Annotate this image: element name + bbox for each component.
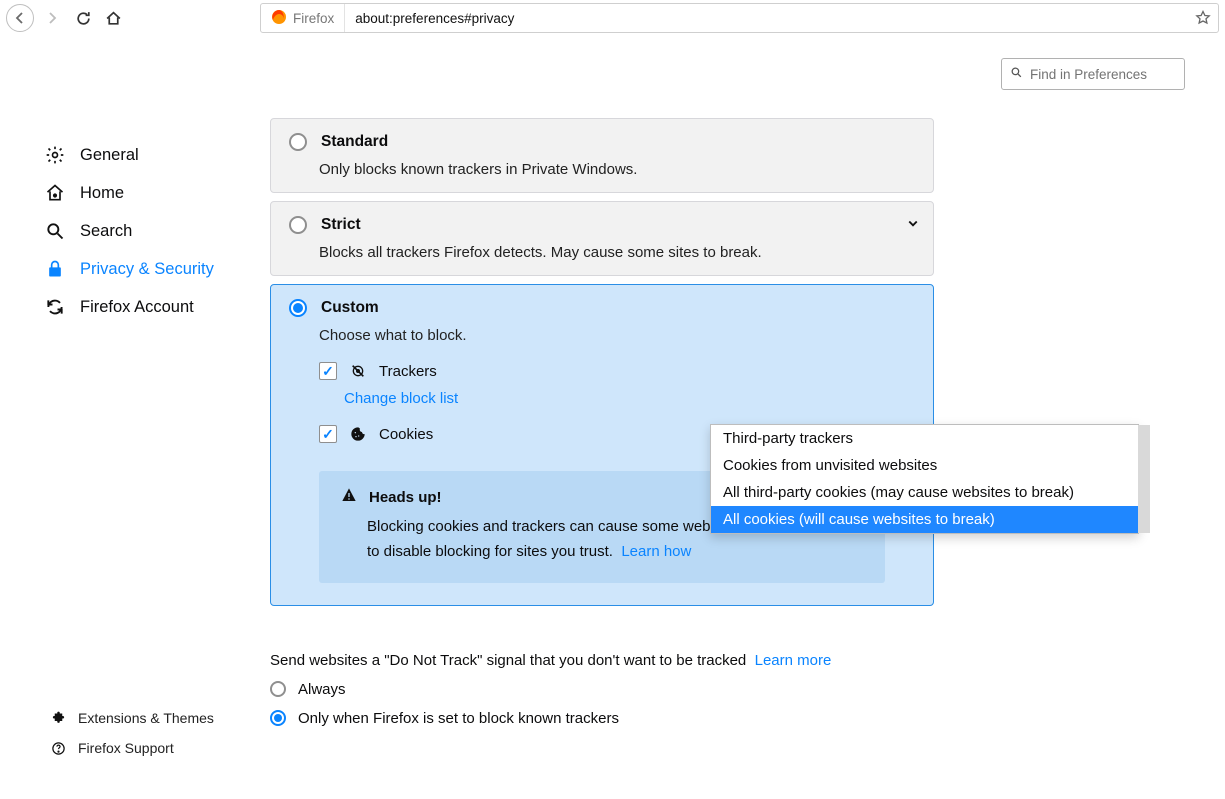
chevron-down-icon[interactable]: [907, 216, 919, 232]
search-icon: [44, 221, 66, 241]
cookies-checkbox[interactable]: [319, 425, 337, 443]
custom-desc: Choose what to block.: [319, 327, 915, 344]
firefox-icon: [271, 9, 287, 28]
custom-radio[interactable]: [289, 299, 307, 317]
sidebar-support[interactable]: Firefox Support: [0, 733, 260, 763]
dnt-onlywhen-label: Only when Firefox is set to block known …: [298, 710, 619, 727]
site-identity[interactable]: Firefox: [261, 4, 345, 32]
protection-standard-card[interactable]: Standard Only blocks known trackers in P…: [270, 118, 934, 193]
sidebar-footer-label: Extensions & Themes: [78, 710, 214, 726]
sidebar-item-label: Home: [80, 184, 124, 203]
dnt-always-row[interactable]: Always: [270, 681, 970, 698]
dnt-always-radio[interactable]: [270, 681, 286, 697]
dropdown-option[interactable]: Cookies from unvisited websites: [711, 452, 1138, 479]
preferences-search[interactable]: [1001, 58, 1185, 90]
browser-toolbar: Firefox about:preferences#privacy: [0, 0, 1225, 36]
sidebar-item-privacy[interactable]: Privacy & Security: [0, 250, 260, 288]
dropdown-option-selected[interactable]: All cookies (will cause websites to brea…: [711, 506, 1138, 533]
forward-button[interactable]: [38, 4, 66, 32]
dnt-intro: Send websites a "Do Not Track" signal th…: [270, 652, 746, 669]
search-icon: [1010, 66, 1023, 82]
sidebar-item-label: General: [80, 146, 139, 165]
dnt-section: Send websites a "Do Not Track" signal th…: [270, 652, 970, 727]
strict-desc: Blocks all trackers Firefox detects. May…: [319, 244, 915, 261]
url-text[interactable]: about:preferences#privacy: [345, 11, 1188, 26]
dnt-learn-more-link[interactable]: Learn more: [755, 652, 832, 669]
gear-icon: [44, 145, 66, 165]
sidebar-footer-label: Firefox Support: [78, 740, 174, 756]
tracker-icon: [349, 363, 367, 379]
standard-radio[interactable]: [289, 133, 307, 151]
preferences-search-input[interactable]: [1030, 67, 1176, 82]
protection-strict-card[interactable]: Strict Blocks all trackers Firefox detec…: [270, 201, 934, 276]
dropdown-option[interactable]: Third-party trackers: [711, 425, 1138, 452]
preferences-main: Standard Only blocks known trackers in P…: [260, 36, 1225, 799]
question-icon: [50, 741, 66, 756]
sidebar-item-account[interactable]: Firefox Account: [0, 288, 260, 326]
trackers-checkbox[interactable]: [319, 362, 337, 380]
url-bar[interactable]: Firefox about:preferences#privacy: [260, 3, 1219, 33]
sidebar-item-general[interactable]: General: [0, 136, 260, 174]
heads-up-title: Heads up!: [369, 489, 442, 506]
home-icon: [44, 183, 66, 203]
standard-title: Standard: [321, 133, 388, 151]
cookie-icon: [349, 426, 367, 442]
learn-how-link[interactable]: Learn how: [621, 543, 691, 560]
lock-icon: [44, 259, 66, 279]
sidebar-item-label: Firefox Account: [80, 298, 194, 317]
sidebar-item-label: Privacy & Security: [80, 260, 214, 279]
custom-title: Custom: [321, 299, 379, 317]
site-identity-label: Firefox: [293, 11, 334, 26]
puzzle-icon: [50, 711, 66, 726]
standard-desc: Only blocks known trackers in Private Wi…: [319, 161, 915, 178]
sidebar-item-search[interactable]: Search: [0, 212, 260, 250]
cookies-label: Cookies: [379, 426, 433, 443]
dnt-onlywhen-row[interactable]: Only when Firefox is set to block known …: [270, 710, 970, 727]
dropdown-option[interactable]: All third-party cookies (may cause websi…: [711, 479, 1138, 506]
sync-icon: [44, 297, 66, 317]
strict-title: Strict: [321, 216, 361, 234]
trackers-label: Trackers: [379, 363, 437, 380]
dropdown-scrollbar[interactable]: [1138, 425, 1150, 533]
change-block-list-link[interactable]: Change block list: [344, 390, 915, 407]
sidebar-extensions-themes[interactable]: Extensions & Themes: [0, 703, 260, 733]
back-button[interactable]: [6, 4, 34, 32]
home-button[interactable]: [100, 5, 126, 31]
trackers-row: Trackers: [319, 362, 915, 380]
dnt-onlywhen-radio[interactable]: [270, 710, 286, 726]
preferences-sidebar: General Home Search Privacy & Security: [0, 36, 260, 799]
bookmark-star-button[interactable]: [1188, 10, 1218, 26]
warning-icon: [341, 487, 357, 507]
cookies-dropdown[interactable]: Third-party trackers Cookies from unvisi…: [710, 424, 1139, 534]
reload-button[interactable]: [70, 5, 96, 31]
sidebar-item-label: Search: [80, 222, 132, 241]
strict-radio[interactable]: [289, 216, 307, 234]
sidebar-item-home[interactable]: Home: [0, 174, 260, 212]
dnt-always-label: Always: [298, 681, 346, 698]
